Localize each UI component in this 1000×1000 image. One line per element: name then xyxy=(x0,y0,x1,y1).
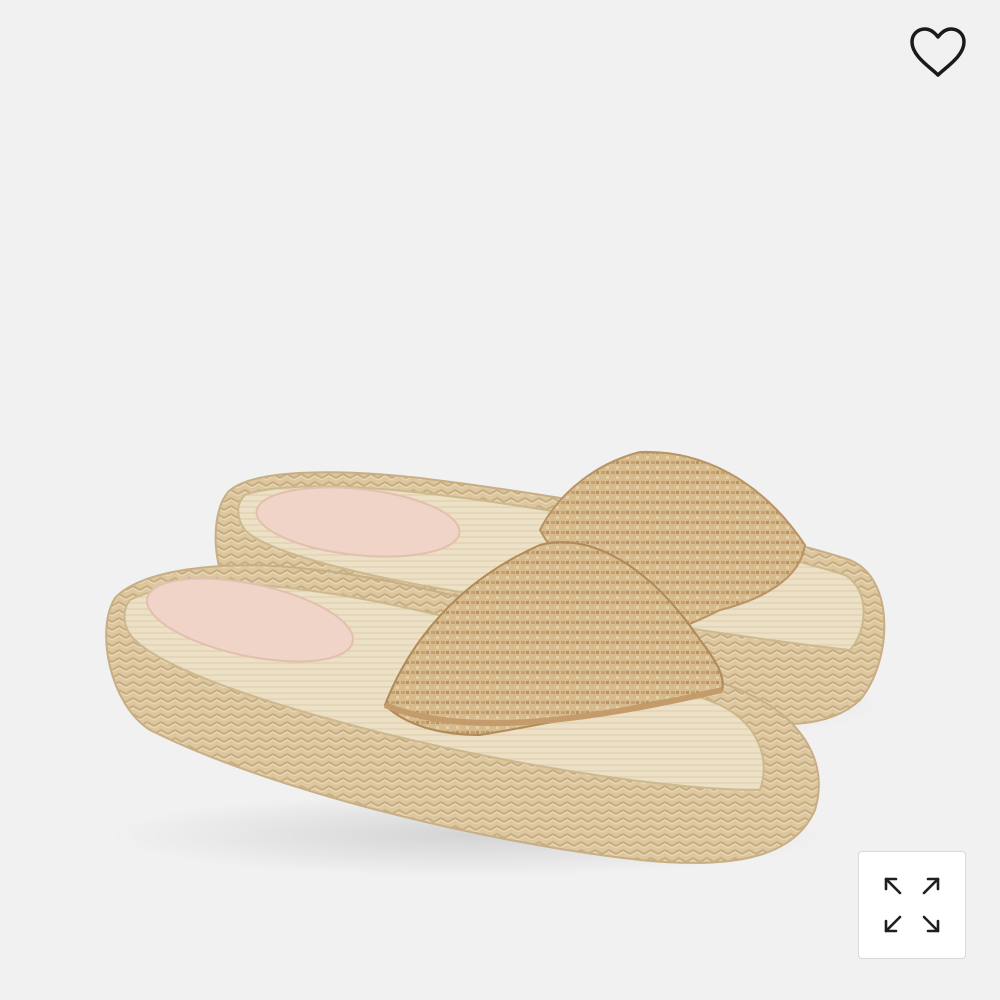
heart-outline-icon xyxy=(910,27,966,77)
expand-image-button[interactable] xyxy=(858,851,966,959)
favorite-button[interactable] xyxy=(905,22,971,82)
product-image-viewer xyxy=(0,0,1000,1000)
product-image xyxy=(105,450,890,877)
expand-arrows-icon xyxy=(884,877,940,933)
